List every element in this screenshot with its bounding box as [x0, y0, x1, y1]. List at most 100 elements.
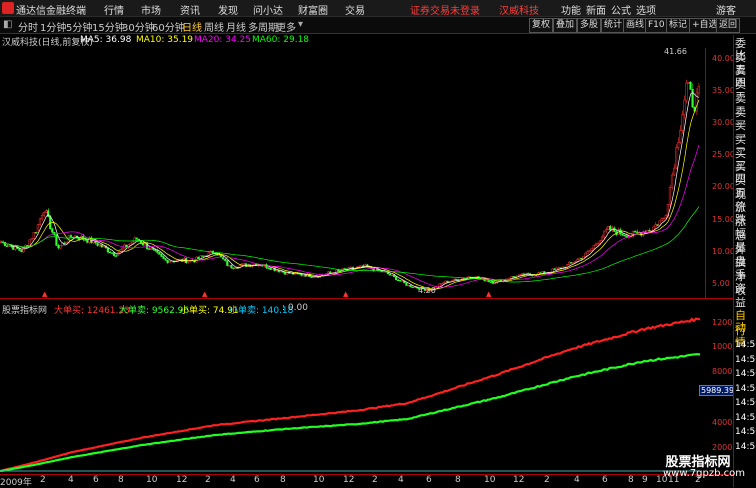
candle-body	[555, 267, 558, 270]
menu-gongshi[interactable]: 公式	[611, 2, 631, 17]
candle-body	[106, 247, 109, 253]
period-fenshi[interactable]: 分时	[18, 19, 38, 34]
candle-body	[310, 276, 313, 278]
candle-body	[150, 248, 153, 250]
candle-body	[539, 272, 542, 274]
candle-body	[102, 245, 105, 248]
trade-time-label: 14:56	[735, 441, 756, 452]
candle-body	[147, 248, 151, 250]
app-name: 通达信金融终端	[16, 6, 86, 17]
period-15min[interactable]: 15分钟	[92, 19, 125, 34]
candlestick-chart[interactable]: ▲ ▲ ▲ ▲	[0, 48, 705, 298]
candle-body	[654, 224, 657, 228]
trade-time-label: 14:56	[735, 383, 756, 394]
btn-duogu[interactable]: 多股	[577, 18, 602, 33]
candle-body	[18, 248, 21, 251]
candle-body	[224, 258, 227, 261]
menu-xuanxiang[interactable]: 选项	[636, 2, 656, 17]
period-1min[interactable]: 1分钟	[40, 19, 66, 34]
candle-body	[664, 215, 667, 219]
candle-body	[487, 280, 490, 282]
menu-youke[interactable]: 游客	[716, 2, 736, 17]
candle-body	[112, 252, 116, 256]
menu-shichang[interactable]: 市场	[141, 2, 161, 17]
date-tick: 12	[513, 475, 525, 485]
event-marker: ▲	[42, 290, 48, 298]
candle-body	[520, 273, 523, 275]
btn-huaxian[interactable]: 画线	[623, 18, 648, 33]
candle-body	[360, 265, 363, 267]
candle-body	[230, 265, 233, 269]
period-daily[interactable]: 日线	[182, 19, 202, 34]
btn-f10[interactable]: F10	[645, 18, 668, 33]
candle-body	[489, 281, 492, 283]
period-60min[interactable]: 60分钟	[152, 19, 185, 34]
menu-zixun[interactable]: 资讯	[180, 2, 200, 17]
candle-body	[609, 226, 612, 231]
ma5-label: MA5: 36.98	[80, 35, 132, 45]
indicator-chart[interactable]	[0, 312, 705, 472]
candle-body	[557, 267, 560, 269]
period-5min[interactable]: 5分钟	[66, 19, 92, 34]
period-multi[interactable]: 多周期	[248, 19, 278, 34]
btn-fuquan[interactable]: 复权	[529, 18, 554, 33]
ma10-label: MA10: 35.19	[136, 35, 194, 45]
candle-body	[623, 234, 626, 237]
candle-body	[656, 224, 659, 226]
candle-body	[335, 269, 338, 274]
candle-body	[38, 218, 42, 225]
menu-wenxiaoda[interactable]: 问小达	[253, 2, 283, 17]
candle-body	[697, 86, 700, 94]
menu-xinmian[interactable]: 新面	[586, 2, 606, 17]
price-tick: 35.00	[712, 86, 735, 95]
pane-separator[interactable]	[0, 298, 733, 299]
toolbar-icon[interactable]: ◧	[3, 19, 12, 30]
candle-body	[133, 237, 136, 243]
menu-faxian[interactable]: 发现	[218, 2, 238, 17]
candle-body	[143, 243, 147, 246]
date-tick: 2	[544, 475, 550, 485]
candle-body	[518, 274, 521, 276]
btn-tongji[interactable]: 统计	[601, 18, 626, 33]
candle-body	[96, 242, 99, 246]
period-30min[interactable]: 30分钟	[122, 19, 155, 34]
candle-body	[160, 254, 163, 257]
event-marker: ▲	[202, 290, 208, 298]
candle-body	[65, 242, 68, 244]
candle-body	[621, 233, 624, 236]
menu-jiaoyi[interactable]: 交易	[345, 2, 365, 17]
period-monthly[interactable]: 月线	[226, 19, 246, 34]
candle-body	[329, 271, 332, 273]
date-tick: 6	[93, 475, 99, 485]
candle-body	[162, 256, 165, 259]
period-more[interactable]: 更多	[276, 19, 296, 34]
date-tick: 10	[313, 475, 325, 485]
candle-body	[242, 263, 245, 265]
candle-body	[121, 247, 124, 250]
candle-body	[166, 260, 169, 263]
candle-body	[302, 275, 305, 277]
btn-biaoji[interactable]: 标记	[666, 18, 691, 33]
candle-body	[42, 212, 46, 216]
btn-fanhui[interactable]: 返回	[716, 18, 741, 33]
candle-body	[228, 265, 231, 267]
candle-body	[28, 239, 31, 246]
candle-body	[605, 229, 608, 232]
high-price-label: 41.66	[664, 47, 687, 56]
candle-body	[512, 276, 515, 278]
price-tick: 25.00	[712, 150, 735, 159]
candle-body	[598, 240, 602, 244]
candle-body	[55, 234, 58, 246]
candle-body	[283, 271, 287, 275]
login-warning[interactable]: 证券交易未登录	[410, 2, 480, 17]
candle-body	[164, 258, 167, 261]
more-chevron-icon[interactable]: ▾	[298, 19, 303, 30]
trade-time-label: 14:56	[735, 398, 756, 408]
trade-time-label: 14:56	[735, 340, 756, 350]
menu-caifuquan[interactable]: 财富圈	[298, 2, 328, 17]
btn-diejia[interactable]: 叠加	[553, 18, 578, 33]
period-weekly[interactable]: 周线	[204, 19, 224, 34]
candle-body	[236, 267, 239, 269]
menu-hangqing[interactable]: 行情	[104, 2, 124, 17]
menu-gongneng[interactable]: 功能	[561, 2, 581, 17]
